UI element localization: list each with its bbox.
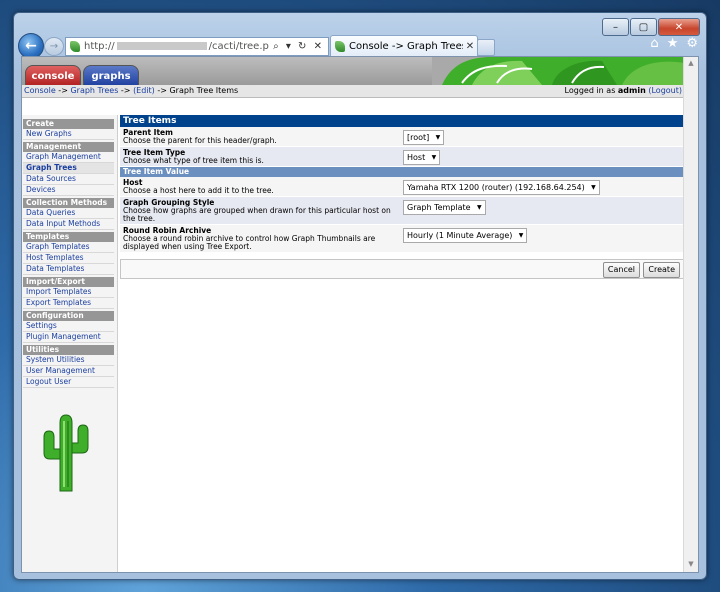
forward-arrow-icon[interactable]: → (44, 37, 64, 56)
host-select[interactable]: Yamaha RTX 1200 (router) (192.168.64.254… (403, 180, 600, 195)
address-url[interactable]: http:// /cacti/tree.php?actior (84, 41, 269, 52)
breadcrumb-sep: -> (118, 86, 134, 95)
sidebar-header-management: Management (23, 142, 114, 152)
sidebar-item-host-templates[interactable]: Host Templates (23, 253, 114, 264)
tab-console[interactable]: console (25, 65, 81, 86)
cacti-header-banner: console graphs (22, 57, 684, 86)
field-description: Choose how graphs are grouped when drawn… (123, 206, 391, 223)
vertical-scrollbar[interactable]: ▲ ▼ (683, 57, 698, 572)
parent-item-select[interactable]: [root] (403, 130, 445, 145)
cactus-logo-icon (43, 414, 89, 492)
field-description: Choose what type of tree item this is. (123, 156, 264, 165)
sidebar-item-data-input-methods[interactable]: Data Input Methods (23, 219, 114, 230)
tab-favicon-icon (335, 40, 345, 52)
field-description: Choose the parent for this header/graph. (123, 136, 277, 145)
url-path: /cacti/tree.php?actior (208, 41, 269, 52)
redacted-host (116, 42, 207, 50)
page-viewport: console graphs Console -> Graph Trees ->… (21, 56, 699, 573)
login-status: Logged in as admin (Logout) (565, 85, 682, 97)
breadcrumb: Console -> Graph Trees -> (Edit) -> Grap… (24, 85, 238, 97)
form-row-tree-item-type: Tree Item Type Choose what type of tree i… (120, 147, 684, 167)
field-description: Choose a round robin archive to control … (123, 234, 376, 251)
create-button[interactable]: Create (643, 262, 680, 278)
browser-toolbar-icons: ⌂ ★ ⚙ (650, 36, 698, 51)
breadcrumb-graph-trees[interactable]: Graph Trees (70, 86, 118, 95)
new-tab-button[interactable] (477, 39, 495, 56)
favorites-star-icon[interactable]: ★ (667, 36, 679, 51)
sidebar-header-import-export: Import/Export (23, 277, 114, 287)
tree-item-form: Tree Items Parent Item Choose the parent … (120, 115, 684, 279)
sidebar-item-graph-templates[interactable]: Graph Templates (23, 242, 114, 253)
sidebar-item-data-queries[interactable]: Data Queries (23, 208, 114, 219)
breadcrumb-console[interactable]: Console (24, 86, 56, 95)
scroll-down-icon[interactable]: ▼ (686, 560, 696, 570)
round-robin-archive-select[interactable]: Hourly (1 Minute Average) (403, 228, 528, 243)
sidebar-header-create: Create (23, 119, 114, 129)
sidebar-item-user-management[interactable]: User Management (23, 366, 114, 377)
address-tools-icons[interactable]: ⌕ ▾ ↻ ✕ (269, 41, 328, 52)
breadcrumb-sep: -> (154, 86, 170, 95)
sidebar-item-logout-user[interactable]: Logout User (23, 377, 114, 388)
sidebar-item-graph-management[interactable]: Graph Management (23, 152, 114, 163)
login-username: admin (617, 86, 646, 95)
sidebar-header-configuration: Configuration (23, 311, 114, 321)
form-title: Tree Items (120, 115, 684, 127)
sidebar-item-settings[interactable]: Settings (23, 321, 114, 332)
scroll-up-icon[interactable]: ▲ (686, 59, 696, 69)
login-prefix: Logged in as (564, 86, 618, 95)
sidebar-header-utilities: Utilities (23, 345, 114, 355)
address-bar[interactable]: http:// /cacti/tree.php?actior ⌕ ▾ ↻ ✕ (65, 37, 329, 56)
sidebar-item-plugin-management[interactable]: Plugin Management (23, 332, 114, 343)
browser-window: – ▢ ✕ ← → http:///cacti/tree.php?actior … (13, 12, 707, 580)
sidebar-header-templates: Templates (23, 232, 114, 242)
settings-gear-icon[interactable]: ⚙ (686, 36, 698, 51)
cactus-banner-art-icon (432, 57, 684, 85)
breadcrumb-edit[interactable]: (Edit) (133, 86, 155, 95)
tab-close-icon[interactable]: ✕ (463, 41, 477, 52)
logout-link[interactable]: (Logout) (648, 86, 682, 95)
tab-title: Console -> Graph Trees ... (349, 40, 463, 52)
form-row-host: Host Choose a host here to add it to the … (120, 177, 684, 197)
sidebar-item-graph-trees[interactable]: Graph Trees (23, 163, 114, 174)
tab-console-graph-trees[interactable]: Console -> Graph Trees ... ✕ (330, 35, 478, 56)
sidebar-item-new-graphs[interactable]: New Graphs (23, 129, 114, 140)
breadcrumb-sep: -> (55, 86, 71, 95)
url-scheme: http:// (84, 41, 115, 52)
sidebar-item-data-sources[interactable]: Data Sources (23, 174, 114, 185)
form-row-round-robin-archive: Round Robin Archive Choose a round robin … (120, 225, 684, 253)
sidebar-item-data-templates[interactable]: Data Templates (23, 264, 114, 275)
tab-graphs[interactable]: graphs (83, 65, 139, 86)
sidebar-header-collection-methods: Collection Methods (23, 198, 114, 208)
browser-navigation-bar: ← → http:///cacti/tree.php?actior ⌕ ▾ ↻ … (14, 33, 706, 59)
form-row-parent-item: Parent Item Choose the parent for this he… (120, 127, 684, 147)
site-favicon-icon (70, 41, 80, 52)
home-icon[interactable]: ⌂ (650, 36, 658, 51)
form-actions: Cancel Create (120, 259, 684, 279)
cancel-button[interactable]: Cancel (602, 262, 640, 278)
sidebar-menu: Create New Graphs Management Graph Manageme… (23, 117, 114, 388)
form-row-graph-grouping-style: Graph Grouping Style Choose how graphs ar… (120, 197, 684, 225)
sidebar-item-export-templates[interactable]: Export Templates (23, 298, 114, 309)
breadcrumb-bar: Console -> Graph Trees -> (Edit) -> Grap… (22, 85, 684, 98)
sidebar-item-devices[interactable]: Devices (23, 185, 114, 196)
breadcrumb-current: Graph Tree Items (169, 86, 239, 95)
sidebar-item-import-templates[interactable]: Import Templates (23, 287, 114, 298)
tree-item-type-select[interactable]: Host (403, 150, 441, 165)
graph-grouping-style-select[interactable]: Graph Template (403, 200, 486, 215)
field-description: Choose a host here to add it to the tree… (123, 186, 274, 195)
section-tree-item-value: Tree Item Value (120, 167, 684, 177)
sidebar-item-system-utilities[interactable]: System Utilities (23, 355, 114, 366)
